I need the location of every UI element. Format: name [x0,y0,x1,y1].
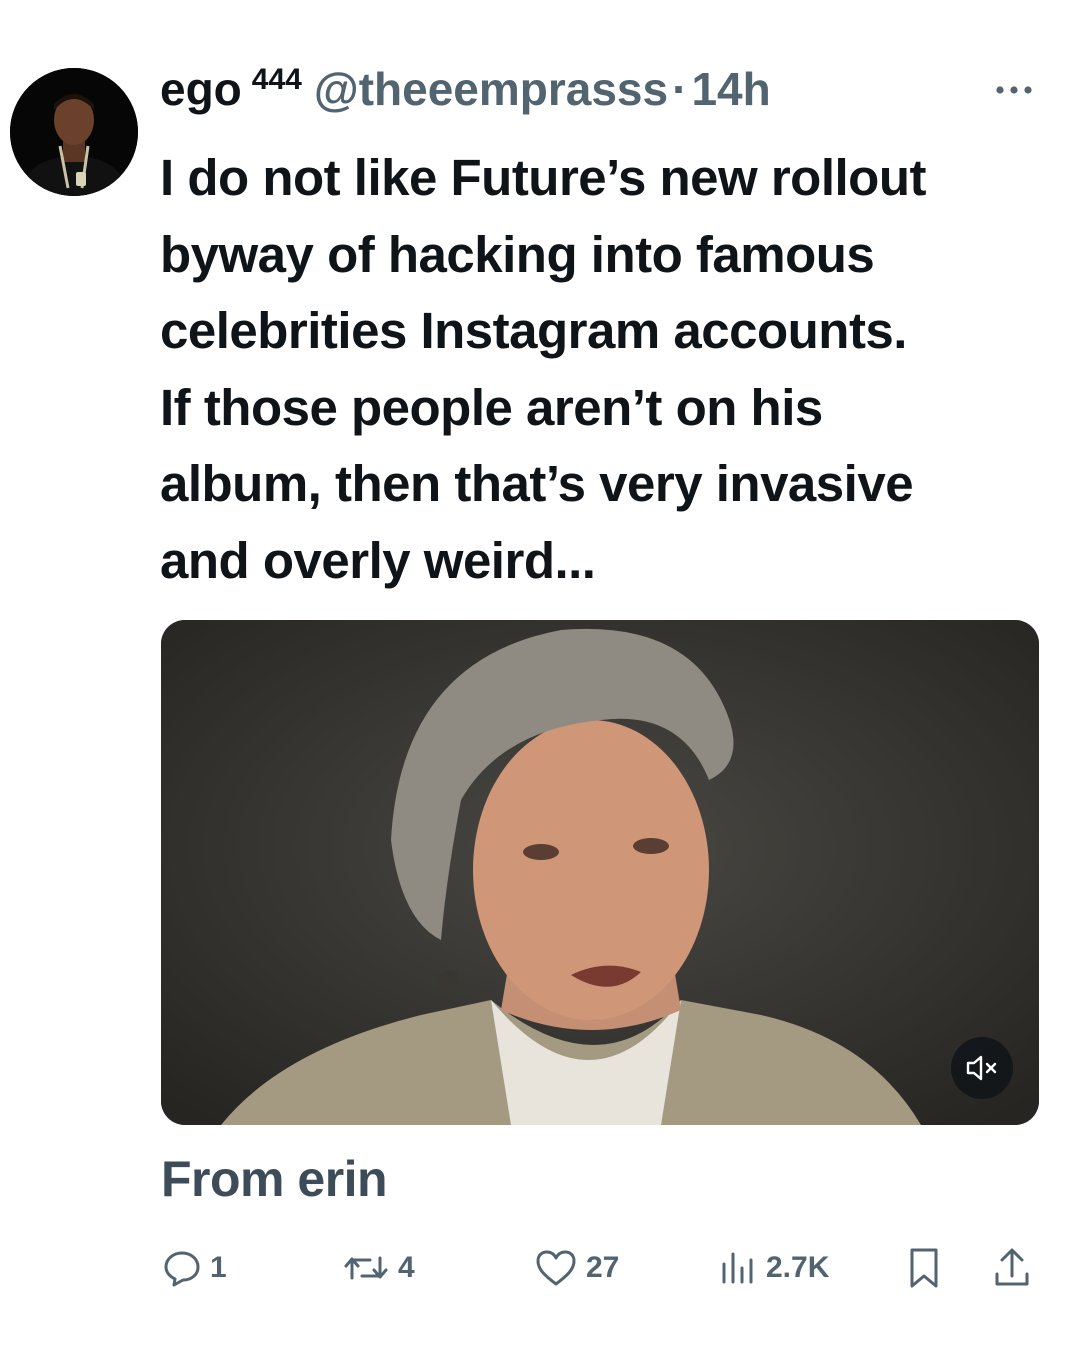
user-handle[interactable]: @theeemprasss [314,62,668,116]
reply-button[interactable]: 1 [162,1240,227,1296]
action-bar: 1 4 27 2.7K [160,1240,1040,1296]
bookmark-button[interactable] [904,1240,944,1296]
display-name-suffix: 444 [251,63,302,96]
repost-button[interactable]: 4 [342,1240,415,1296]
reply-icon [164,1251,200,1287]
separator-dot: · [672,63,688,115]
mute-button[interactable] [951,1037,1013,1099]
volume-muted-icon [966,1055,997,1081]
share-button[interactable] [992,1240,1032,1296]
views-count: 2.7K [766,1251,830,1284]
repost-count: 4 [398,1251,415,1284]
tweet-text: I do not like Future’s new rollout byway… [160,149,926,589]
display-name[interactable]: ego [160,62,242,116]
from-label[interactable]: From erin [161,1150,388,1208]
video-frame [161,620,1039,1125]
reply-count: 1 [210,1251,227,1284]
views-icon [722,1252,753,1284]
heart-icon [536,1250,576,1286]
timestamp[interactable]: 14h [691,62,770,116]
bookmark-icon [910,1248,938,1288]
share-icon [995,1248,1029,1286]
more-icon[interactable] [994,80,1034,100]
views-button[interactable]: 2.7K [718,1240,829,1296]
avatar[interactable] [10,68,138,196]
like-button[interactable]: 27 [534,1240,619,1296]
repost-icon [344,1256,388,1280]
avatar-image [10,68,138,196]
like-count: 27 [586,1251,620,1284]
tweet-header: ego 444 @theeemprasss · 14h [160,62,1040,132]
video-player[interactable] [161,620,1039,1125]
